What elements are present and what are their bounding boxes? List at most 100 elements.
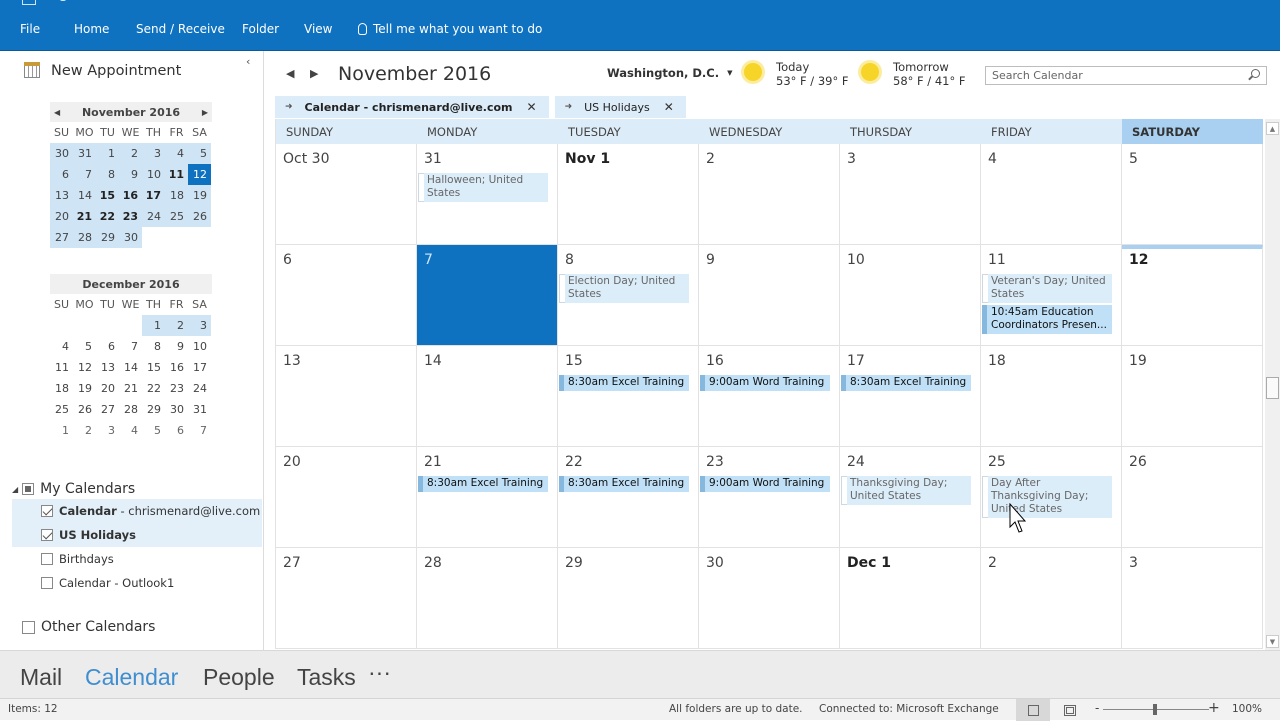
mini-calendar-day[interactable]: 7 [73,164,96,185]
tab-us-holidays[interactable]: ➜ US Holidays ✕ [554,96,686,118]
mini-calendar-day[interactable]: 18 [50,378,73,399]
tab-file[interactable]: File [20,22,40,36]
mini-calendar-day[interactable]: 28 [73,227,96,248]
mini-calendar-day[interactable]: 26 [73,399,96,420]
mini-calendar-day[interactable]: 24 [142,206,165,227]
prev-month-button[interactable]: ◀ [286,67,294,80]
day-cell[interactable]: 13 [276,346,417,447]
mini-calendar-day[interactable]: 11 [165,164,188,185]
send-receive-icon[interactable] [22,0,36,5]
day-cell[interactable]: 27 [276,548,417,649]
mini-calendar-day[interactable]: 18 [165,185,188,206]
mini-calendar-day[interactable]: 3 [188,315,211,336]
calendar-checkbox[interactable] [41,529,53,541]
appointment-event[interactable]: 9:00am Word Training [700,375,830,391]
mini-calendar-day[interactable]: 16 [165,357,188,378]
mini-calendar-day[interactable]: 22 [142,378,165,399]
mini-calendar-day[interactable]: 17 [142,185,165,206]
mini-calendar-day[interactable]: 26 [188,206,211,227]
day-cell[interactable]: 29 [558,548,699,649]
search-calendar-input[interactable]: Search Calendar [985,66,1267,85]
holiday-event[interactable]: Day After Thanksgiving Day; United State… [982,476,1112,518]
mini-calendar-day[interactable]: 9 [165,336,188,357]
day-cell[interactable]: 19 [1122,346,1263,447]
other-calendars-group[interactable]: Other Calendars [22,619,155,635]
tab-view[interactable]: View [304,22,332,36]
mini-calendar-day[interactable]: 19 [188,185,211,206]
calendar-list-item[interactable]: Birthdays [12,547,262,571]
day-cell[interactable]: 30 [699,548,840,649]
day-cell[interactable]: 21 8:30am Excel Training [417,447,558,548]
calendar-list-item[interactable]: Calendar - Outlook1 [12,571,262,595]
mini-calendar-day[interactable]: 6 [50,164,73,185]
mini-calendar-day[interactable]: 13 [50,185,73,206]
nav-calendar[interactable]: Calendar [85,664,178,691]
day-cell[interactable]: Dec 1 [840,548,981,649]
next-month-button[interactable]: ▶ [310,67,318,80]
holiday-event[interactable]: Halloween; United States [418,173,548,202]
reading-view-button[interactable] [1053,699,1087,721]
search-icon[interactable] [1251,69,1260,78]
day-cell[interactable]: 2 [981,548,1122,649]
mini-calendar-day[interactable]: 3 [142,143,165,164]
day-cell[interactable]: 10 [840,245,981,346]
mini-calendar-day[interactable]: 5 [73,336,96,357]
day-cell[interactable]: 6 [276,245,417,346]
mini-calendar-day[interactable]: 7 [188,420,211,441]
arrow-right-icon[interactable]: ➜ [565,102,573,112]
mini-calendar-day[interactable]: 20 [96,378,119,399]
close-icon[interactable]: ✕ [664,100,674,114]
tell-me-box[interactable]: Tell me what you want to do [358,22,542,36]
mini-calendar-day[interactable]: 20 [50,206,73,227]
arrow-right-icon[interactable]: ➜ [285,102,293,112]
expand-triangle-icon[interactable]: ◢ [12,485,18,494]
mini-calendar-day[interactable]: 21 [73,206,96,227]
tab-home[interactable]: Home [74,22,109,36]
mini-calendar-day[interactable]: 2 [119,143,142,164]
mini-calendar-day[interactable]: 24 [188,378,211,399]
mini-calendar-day[interactable]: 15 [96,185,119,206]
calendar-list-item[interactable]: Calendar - chrismenard@live.com [12,499,262,523]
prev-month-icon[interactable]: ◀ [54,108,60,117]
mini-calendar-day[interactable]: 14 [119,357,142,378]
mini-calendar-day[interactable]: 6 [96,336,119,357]
day-cell[interactable]: Nov 1 [558,144,699,245]
holiday-event[interactable]: Election Day; United States [559,274,689,303]
mini-calendar-day[interactable]: 9 [119,164,142,185]
day-cell[interactable]: 11 Veteran's Day; United States 10:45am Ed… [981,245,1122,346]
day-cell[interactable]: 28 [417,548,558,649]
day-cell[interactable]: 4 [981,144,1122,245]
scroll-up-icon[interactable]: ▲ [1266,122,1279,135]
scroll-thumb[interactable] [1266,377,1279,399]
zoom-slider-handle[interactable] [1153,704,1157,715]
day-cell[interactable]: 12 [1122,245,1263,346]
mini-calendar-day[interactable]: 21 [119,378,142,399]
calendar-checkbox[interactable] [41,553,53,565]
mini-calendar-day[interactable]: 27 [96,399,119,420]
appointment-event[interactable]: 8:30am Excel Training [418,476,548,492]
mini-calendar-day[interactable]: 23 [119,206,142,227]
nav-tasks[interactable]: Tasks [297,664,356,691]
zoom-slider[interactable] [1103,704,1209,715]
mini-calendar-day[interactable]: 17 [188,357,211,378]
weather-location-dropdown[interactable]: Washington, D.C. ▼ [607,66,733,80]
more-options-icon[interactable]: ··· [368,659,391,686]
mini-calendar-day[interactable]: 3 [96,420,119,441]
day-cell[interactable]: 26 [1122,447,1263,548]
mini-calendar-day[interactable]: 14 [73,185,96,206]
next-month-icon[interactable]: ▶ [202,108,208,117]
mini-calendar-day[interactable]: 1 [142,315,165,336]
day-cell[interactable]: 18 [981,346,1122,447]
mini-calendar-day[interactable]: 6 [165,420,188,441]
scroll-down-icon[interactable]: ▼ [1266,635,1279,648]
collapse-pane-icon[interactable]: ‹ [246,55,250,68]
day-cell[interactable]: 5 [1122,144,1263,245]
normal-view-button[interactable] [1016,699,1050,721]
mini-calendar-day[interactable]: 30 [50,143,73,164]
nav-people[interactable]: People [203,664,275,691]
other-calendars-checkbox[interactable] [22,620,35,634]
mini-calendar-day[interactable]: 28 [119,399,142,420]
mini-calendar-day[interactable]: 8 [142,336,165,357]
mini-calendar-day[interactable]: 4 [50,336,73,357]
mini-calendar-day[interactable]: 11 [50,357,73,378]
